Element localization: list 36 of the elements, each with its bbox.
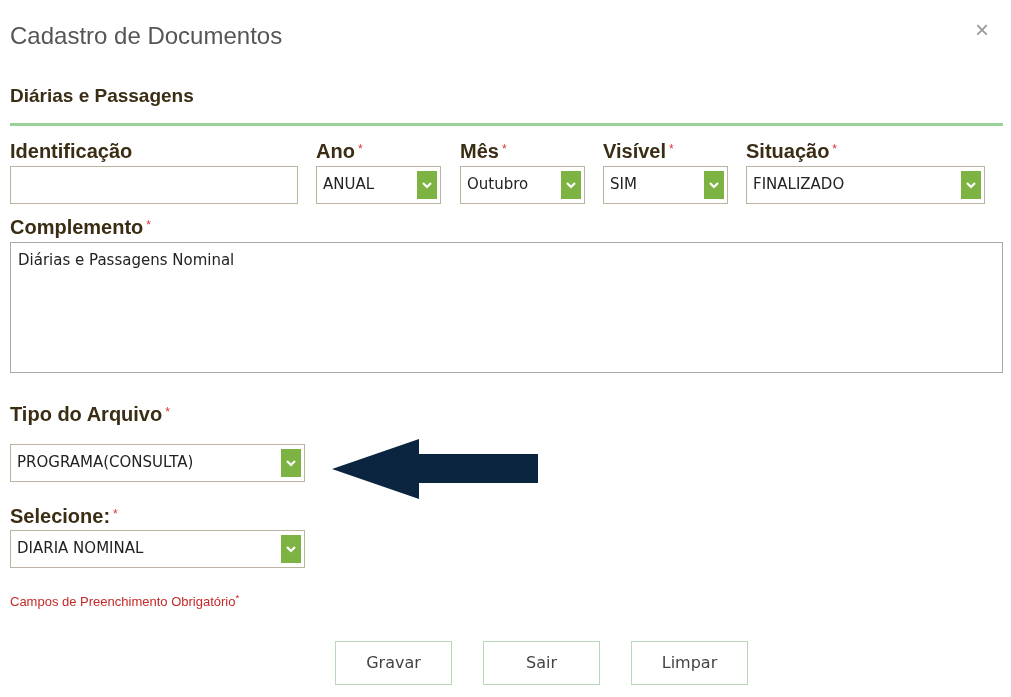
required-mark: * (113, 505, 118, 523)
field-label: Selecione: (10, 504, 111, 527)
dropdown-icon (704, 170, 724, 199)
required-mark: * (669, 140, 674, 158)
required-mark: * (832, 140, 838, 158)
dropdown-icon (561, 170, 581, 199)
dropdown-icon (281, 534, 301, 563)
select-field[interactable]: PROGRAMA(CONSULTA) (10, 443, 305, 482)
dialog-title: Cadastro de Documentos (10, 21, 283, 51)
field-label: Mês (460, 139, 499, 162)
input-field[interactable] (10, 165, 298, 204)
dropdown-icon (417, 170, 437, 199)
section-title: Diárias e Passagens (10, 84, 195, 108)
select-field[interactable]: SIM (603, 165, 728, 204)
select-field[interactable]: FINALIZADO (746, 165, 985, 204)
required-mark: * (146, 216, 151, 234)
field-label: Ano (316, 139, 355, 162)
select-field[interactable]: Outubro (460, 165, 585, 204)
select-field[interactable]: ANUAL (316, 165, 441, 204)
text-area[interactable]: Diárias e Passagens Nominal (10, 241, 1003, 373)
required-mark: * (501, 140, 507, 158)
field-label: Visível (603, 139, 667, 162)
required-mark: * (357, 140, 363, 158)
field-label: Tipo do Arquivo (10, 402, 163, 425)
form-button[interactable]: Sair (483, 641, 600, 685)
field-label: Identificação (10, 139, 133, 162)
dropdown-icon (961, 170, 981, 199)
field-label: Situação (746, 139, 830, 162)
form-button[interactable]: Limpar (631, 641, 748, 685)
required-note: Campos de Preenchimento Obrigatório$^{*}$ (10, 591, 241, 611)
field-label: Complemento (10, 215, 144, 238)
dropdown-icon (281, 448, 301, 477)
arrow-icon (332, 438, 538, 499)
required-mark: * (165, 403, 170, 421)
select-field[interactable]: DIARIA NOMINAL (10, 529, 305, 568)
form-button[interactable]: Gravar (335, 641, 452, 685)
